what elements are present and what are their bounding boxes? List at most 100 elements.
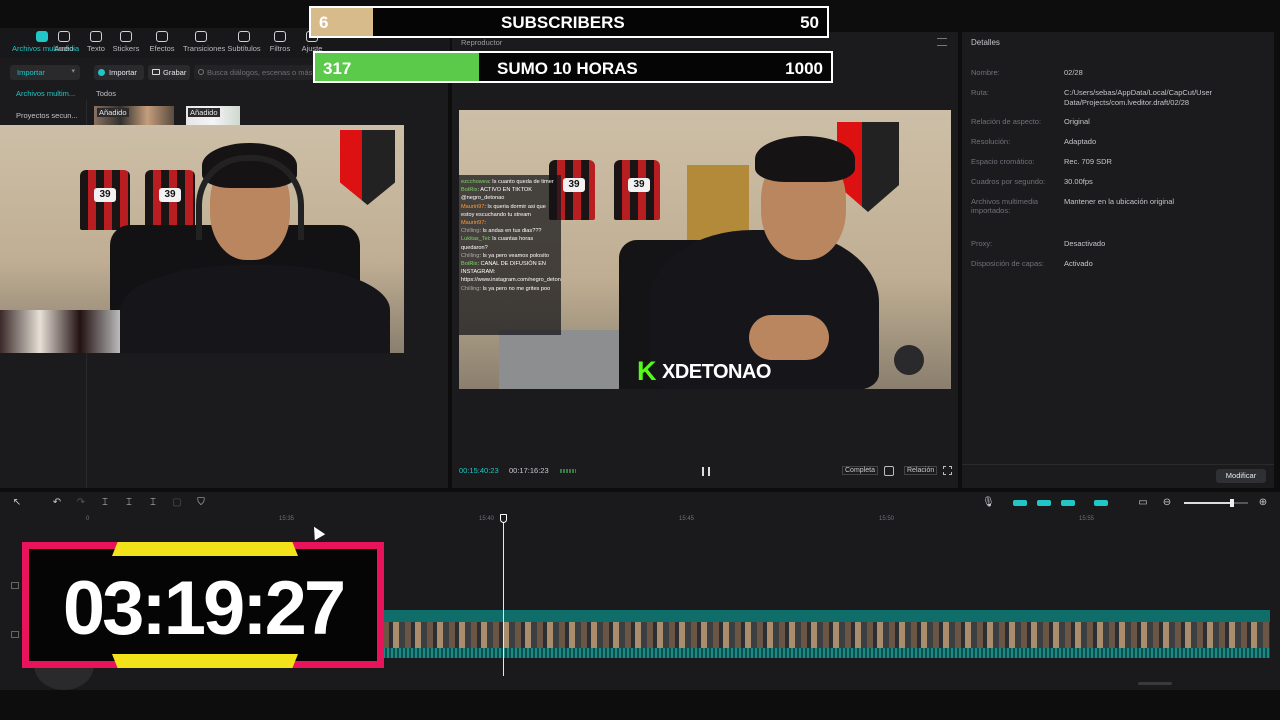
thumbnail-added-label: Añadido [188,108,220,117]
hours-goal-bar: 317 SUMO 10 HORAS 1000 [313,51,833,83]
snap-icon[interactable] [1061,500,1075,506]
details-title: Detalles [971,38,1000,47]
timeline-ruler[interactable]: 0 15:35 15:40 15:45 15:50 15:55 [0,512,1280,526]
chat-username: Mauriri97 [461,220,485,227]
headphones [196,155,304,240]
preview-axis-icon[interactable] [1094,500,1108,506]
microphone-icon[interactable]: 🎙 [982,498,995,508]
full-quality-button[interactable]: Completa [842,466,878,475]
screenshot-icon[interactable] [884,466,894,476]
ruler-tick-label: 15:35 [279,516,295,522]
chevron-down-icon: ▾ [71,68,75,75]
playhead[interactable] [503,514,504,676]
person-hair [755,136,855,182]
hours-label: SUMO 10 HORAS [497,59,638,78]
toolbar-item-filters[interactable]: Filtros [262,31,298,53]
track-lock-icon[interactable] [11,631,19,638]
detail-value: Desactivado [1064,239,1106,248]
toolbar-item-label: Texto [87,44,105,53]
detail-value: C:/Users/sebas/AppData/Local/CapCut/User… [1064,88,1212,107]
split-right-icon[interactable]: ⌶ [148,498,158,508]
chat-username: Mauriri97 [461,203,485,210]
chat-username: Lukitas_Tei [461,236,489,243]
filter-all[interactable]: Todos [96,89,116,98]
detail-label: Proxy: [971,239,993,248]
toolbar-item-label: Transiciones [183,44,226,53]
chat-username: BotRix [461,261,478,268]
chat-username: Chilling [461,285,480,292]
bed [499,330,619,389]
video-preview: 39 39 ezcchowea: Is cuanto queda de time… [459,110,951,389]
media-thumbnail[interactable]: Añadido [94,106,174,126]
timer-yellow-top [112,542,298,556]
detail-value: Original [1064,117,1090,126]
chat-message: ezcchowea: Is cuanto queda de timer [461,178,559,186]
desk-items [0,310,120,353]
zoom-in-icon[interactable]: ⊕ [1258,498,1268,508]
undo-icon[interactable]: ↶ [52,498,62,508]
chat-username: BotRix [461,187,478,194]
magnet-icon[interactable] [1037,500,1051,506]
delete-icon[interactable]: ▢ [172,498,182,508]
menu-icon[interactable] [937,38,947,46]
toolbar-item-effects[interactable]: Efectos [144,31,180,53]
toolbar-item-transitions[interactable]: Transiciones [183,31,225,53]
details-footer [962,464,1274,465]
toolbar-item-label: Filtros [269,44,291,53]
playhead-handle[interactable] [500,514,507,523]
camera-icon [152,69,160,75]
shield-icon[interactable]: ⛉ [196,498,206,508]
import-dropdown[interactable]: Importar ▾ [10,65,80,80]
player-title: Reproductor [461,38,503,47]
media-thumbnail[interactable]: Añadido [186,106,240,126]
sidebar-item-media[interactable]: Archivos multim... [16,89,75,98]
import-dropdown-label: Importar [17,68,45,77]
link-clips-icon[interactable] [1013,500,1027,506]
modify-button[interactable]: Modificar [1216,469,1266,483]
ruler-tick-label: 15:45 [679,516,695,522]
transitions-icon [195,31,207,42]
countdown-timer: 03:19:27 [22,542,384,668]
jersey-image: 39 [145,170,195,230]
media-search-input[interactable]: Busca diálogos, escenas o más [194,65,314,80]
toolbar-item-label: Audio [54,44,74,53]
cursor-select-icon[interactable]: ↖ [12,498,22,508]
audio-track-strip[interactable] [383,610,1270,622]
chat-text: : Is ya pero veamos polosito [479,252,549,259]
caption-icon[interactable]: ▭ [1138,498,1148,508]
chat-username: Chilling [461,252,480,259]
timer-text: 03:19:27 [62,566,346,651]
zoom-slider[interactable] [1184,499,1248,507]
horizontal-scrollbar[interactable] [1138,682,1172,685]
split-left-icon[interactable]: ⌶ [124,498,134,508]
sidebar-item-projects[interactable]: Proyectos secun... [16,111,78,120]
person [120,265,390,353]
chat-message: BotRix: ACTIVO EN TIKTOK @negro_detonao [461,186,559,202]
import-button[interactable]: Importar [94,65,144,80]
detail-value: 02/28 [1064,68,1083,77]
chat-text: : [484,220,486,227]
toolbar-item-label: Subtítulos [227,44,261,53]
split-icon[interactable]: ⌶ [100,498,110,508]
detail-label: Nombre: [971,68,1000,77]
import-button-label: Importar [109,68,137,77]
fullscreen-icon[interactable] [943,466,952,475]
chat-text: : Is andas en tus dias??? [479,228,542,235]
zoom-out-icon[interactable]: ⊖ [1162,498,1172,508]
toolbar-item-label: Stickers [112,44,140,53]
detail-value: Mantener en la ubicación original [1064,197,1175,206]
zoom-slider-handle[interactable] [1230,499,1234,507]
record-button[interactable]: Grabar [148,65,190,80]
ratio-button[interactable]: Relación [904,466,938,475]
toolbar-item-sticker[interactable]: Stickers [108,31,144,53]
toolbar-item-subtitles[interactable]: Subtítulos [226,31,262,53]
pause-button[interactable] [702,467,710,476]
jersey-image: 39 [614,160,660,220]
toolbar-item-audio[interactable]: Audio [46,31,82,53]
video-clip[interactable] [383,622,1270,648]
track-lock-icon[interactable] [11,582,19,589]
sticker-icon [120,31,132,42]
subtitles-icon [238,31,250,42]
redo-icon[interactable]: ↷ [76,498,86,508]
name-tag-text: XDETONAO [662,361,771,383]
